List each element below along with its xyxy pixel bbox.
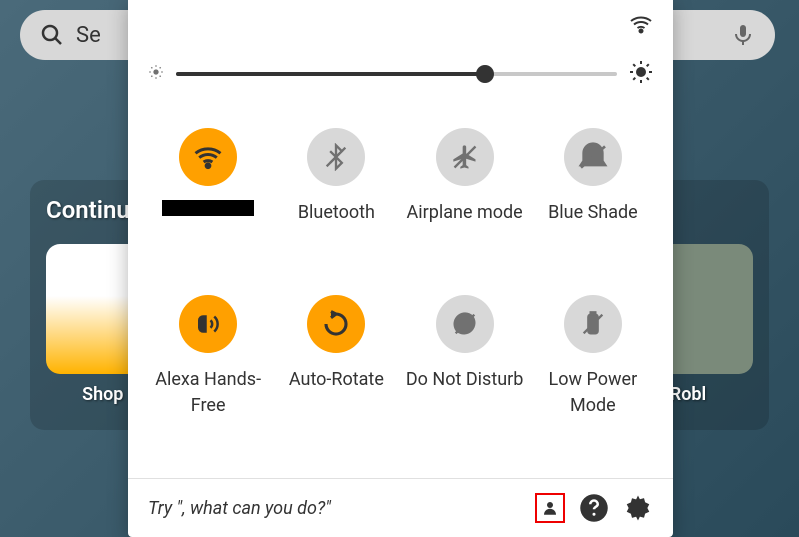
settings-button[interactable]: [623, 493, 653, 523]
toggle-alexa[interactable]: Alexa Hands-Free: [146, 295, 270, 458]
brightness-fill: [176, 72, 485, 76]
wifi-status-icon: [629, 12, 653, 40]
blueshade-label: Blue Shade: [548, 200, 638, 225]
bluetooth-label: Bluetooth: [298, 200, 375, 225]
quick-settings-panel: Bluetooth Airplane mode Blue Shade: [128, 0, 673, 537]
search-icon: [40, 23, 64, 47]
autorotate-icon: [307, 295, 365, 353]
alexa-icon: [179, 295, 237, 353]
toggle-blueshade[interactable]: Blue Shade: [531, 128, 655, 265]
brightness-slider-row: [128, 40, 673, 108]
toggle-airplane[interactable]: Airplane mode: [403, 128, 527, 265]
dnd-icon: [436, 295, 494, 353]
bluetooth-icon: [307, 128, 365, 186]
brightness-thumb[interactable]: [476, 65, 494, 83]
toggle-bluetooth[interactable]: Bluetooth: [274, 128, 398, 265]
airplane-icon: [436, 128, 494, 186]
toggle-autorotate[interactable]: Auto-Rotate: [274, 295, 398, 458]
blueshade-icon: [564, 128, 622, 186]
brightness-slider[interactable]: [176, 72, 617, 76]
lowpower-label: Low Power Mode: [531, 367, 655, 417]
lowpower-icon: [564, 295, 622, 353]
user-profile-button[interactable]: [535, 493, 565, 523]
alexa-label: Alexa Hands-Free: [146, 367, 270, 417]
wifi-label-redacted: [162, 200, 254, 216]
brightness-high-icon: [629, 60, 653, 88]
alexa-hint: Try ", what can you do?": [148, 498, 521, 519]
airplane-label: Airplane mode: [407, 200, 523, 225]
microphone-icon[interactable]: [731, 23, 755, 47]
wifi-icon: [179, 128, 237, 186]
toggle-lowpower[interactable]: Low Power Mode: [531, 295, 655, 458]
autorotate-label: Auto-Rotate: [289, 367, 384, 392]
app-label: Robl: [670, 384, 706, 405]
toggle-dnd[interactable]: Do Not Disturb: [403, 295, 527, 458]
help-button[interactable]: [579, 493, 609, 523]
dnd-label: Do Not Disturb: [406, 367, 524, 392]
toggle-wifi[interactable]: [146, 128, 270, 265]
panel-footer: Try ", what can you do?": [128, 478, 673, 537]
brightness-low-icon: [148, 64, 164, 84]
